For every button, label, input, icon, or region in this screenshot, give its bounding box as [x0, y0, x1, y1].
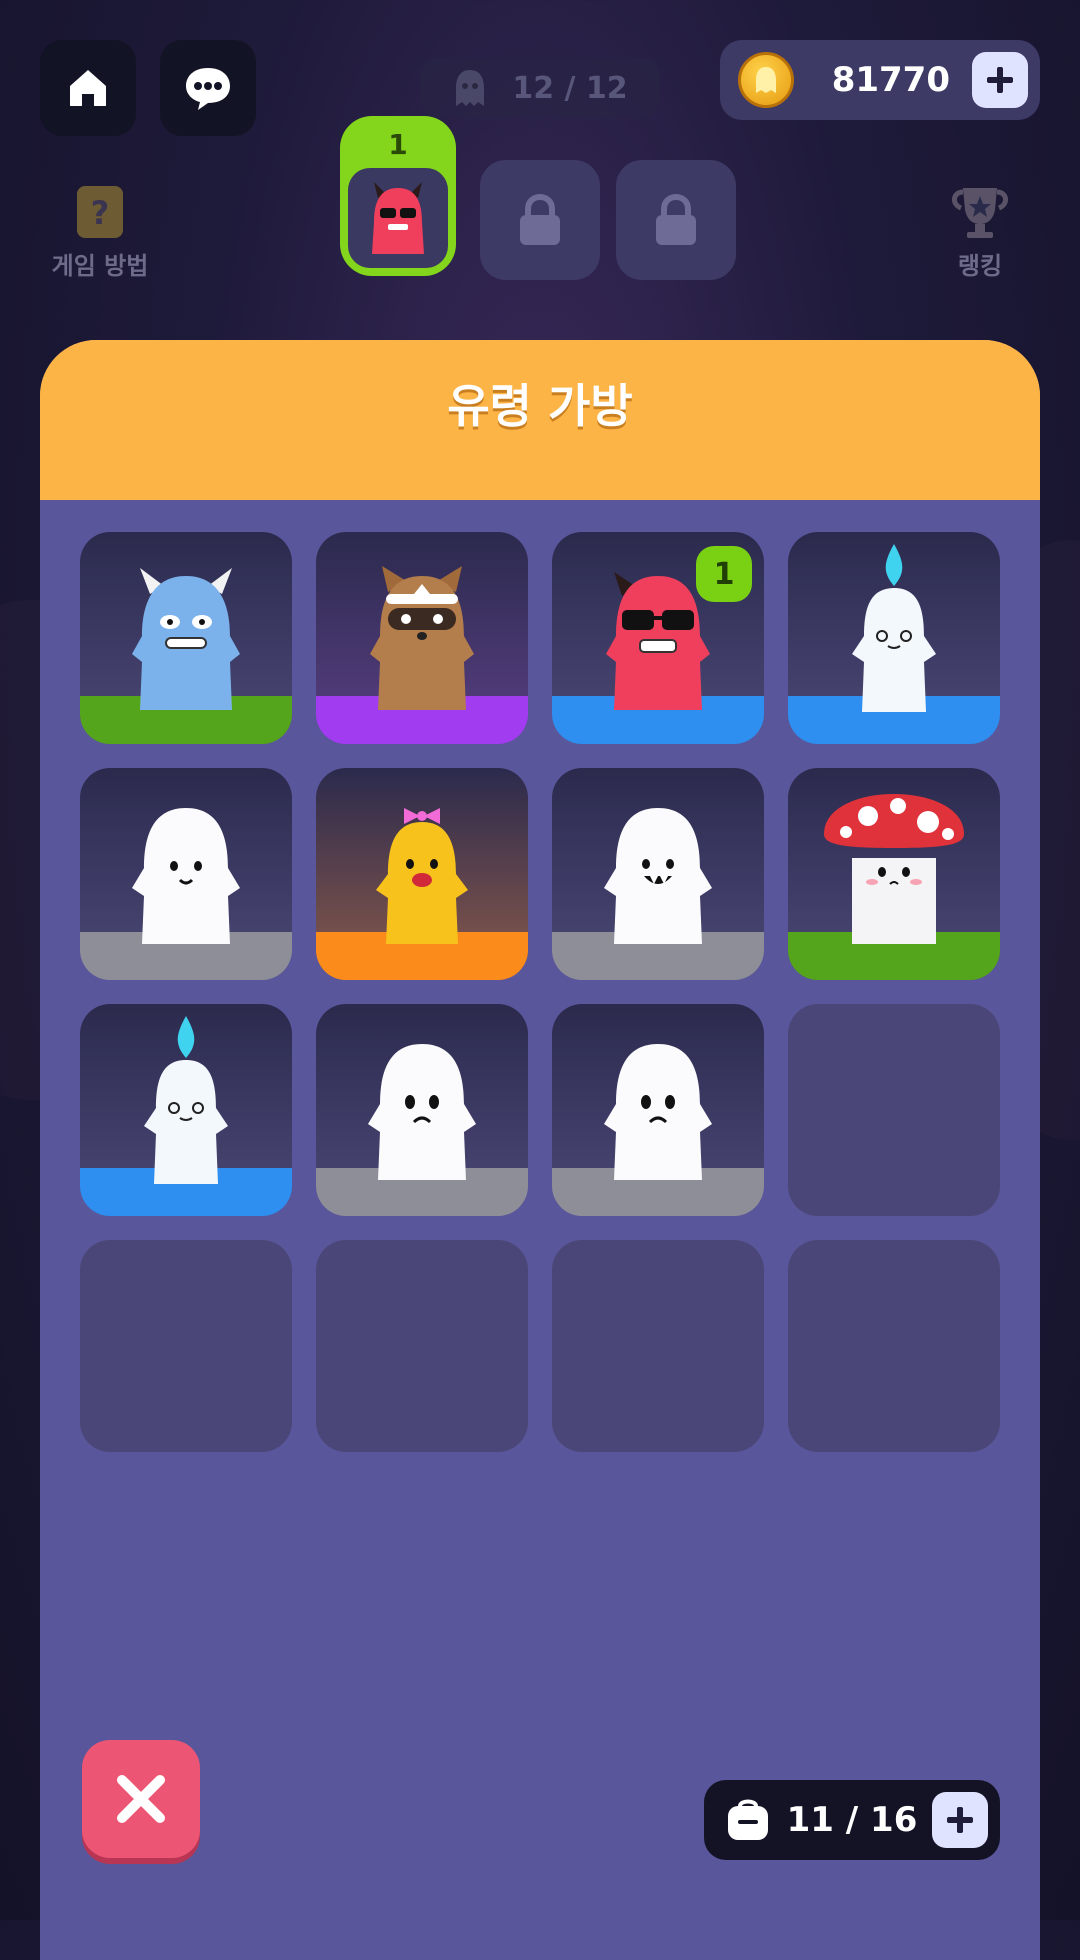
add-coins-button[interactable]: [972, 52, 1028, 108]
ghost-slot[interactable]: [316, 768, 528, 980]
ghost-count-text: 12 / 12: [512, 70, 628, 106]
home-icon: [70, 70, 106, 106]
ghost-slot[interactable]: [80, 532, 292, 744]
candle-ghost-icon: [852, 544, 936, 712]
ghost-slot[interactable]: [552, 768, 764, 980]
panel-title: 유령 가방: [447, 379, 633, 433]
panel-header: 유령 가방: [40, 340, 1040, 500]
ghost-slot[interactable]: [316, 1004, 528, 1216]
ghost-icon: [456, 70, 485, 106]
chat-button[interactable]: [160, 40, 256, 136]
coin-balance: 81770: [720, 40, 1040, 120]
ghost-slot[interactable]: [316, 532, 528, 744]
white-sad-ghost-icon: [604, 1044, 712, 1180]
white-fang-ghost-icon: [604, 808, 712, 944]
empty-slot: [316, 1240, 528, 1452]
plus-icon: [987, 67, 1013, 93]
ghost-slot[interactable]: [788, 532, 1000, 744]
ghost-slot[interactable]: [552, 1004, 764, 1216]
white-smile-ghost-icon: [132, 808, 240, 944]
ghost-slot-selected[interactable]: 1: [552, 532, 764, 744]
team-slot-locked[interactable]: [616, 160, 736, 280]
expand-bag-button[interactable]: [932, 1792, 988, 1848]
plus-icon: [947, 1807, 973, 1833]
backpack-icon: [728, 1799, 768, 1840]
yellow-bow-ghost-icon: [376, 808, 468, 944]
ghost-counter: 12 / 12: [420, 58, 660, 118]
home-button[interactable]: [40, 40, 136, 136]
empty-slot: [80, 1240, 292, 1452]
ghost-slot[interactable]: [788, 768, 1000, 980]
coin-amount: 81770: [831, 60, 950, 100]
help-button[interactable]: ? 게임 방법: [40, 184, 160, 281]
ghost-bag-panel: 유령 가방 1: [40, 340, 1040, 1960]
mushroom-ghost-icon: [824, 794, 964, 944]
ghost-slot[interactable]: [80, 1004, 292, 1216]
coin-icon: [738, 52, 794, 108]
empty-slot: [788, 1004, 1000, 1216]
close-button[interactable]: [82, 1740, 200, 1858]
red-devil-ghost-icon: [372, 182, 424, 254]
white-sad-ghost-icon: [368, 1044, 476, 1180]
raccoon-ghost-icon: [370, 566, 474, 710]
ranking-button[interactable]: 랭킹: [920, 184, 1040, 281]
blue-horned-ghost-icon: [132, 568, 240, 710]
ranking-label: 랭킹: [957, 252, 1003, 280]
equipped-count-badge: 1: [696, 546, 752, 602]
trophy-icon: [952, 188, 1008, 238]
candle-ghost-icon: [144, 1016, 228, 1184]
lock-icon: [520, 193, 560, 245]
question-box-icon: ?: [77, 186, 123, 238]
lock-icon: [656, 193, 696, 245]
empty-slot: [552, 1240, 764, 1452]
ghost-slot[interactable]: [80, 768, 292, 980]
close-icon: [117, 1775, 165, 1823]
team-slot-count: 1: [388, 128, 408, 161]
help-label: 게임 방법: [51, 252, 149, 280]
empty-slot: [788, 1240, 1000, 1452]
team-slot-active[interactable]: 1: [340, 116, 456, 276]
bag-capacity-text: 11 / 16: [786, 1800, 918, 1840]
svg-text:?: ?: [91, 194, 110, 232]
chat-bubble-icon: [186, 68, 230, 110]
ghost-grid: 1: [80, 532, 1004, 1452]
team-slot-locked[interactable]: [480, 160, 600, 280]
bag-capacity: 11 / 16: [704, 1780, 1000, 1860]
